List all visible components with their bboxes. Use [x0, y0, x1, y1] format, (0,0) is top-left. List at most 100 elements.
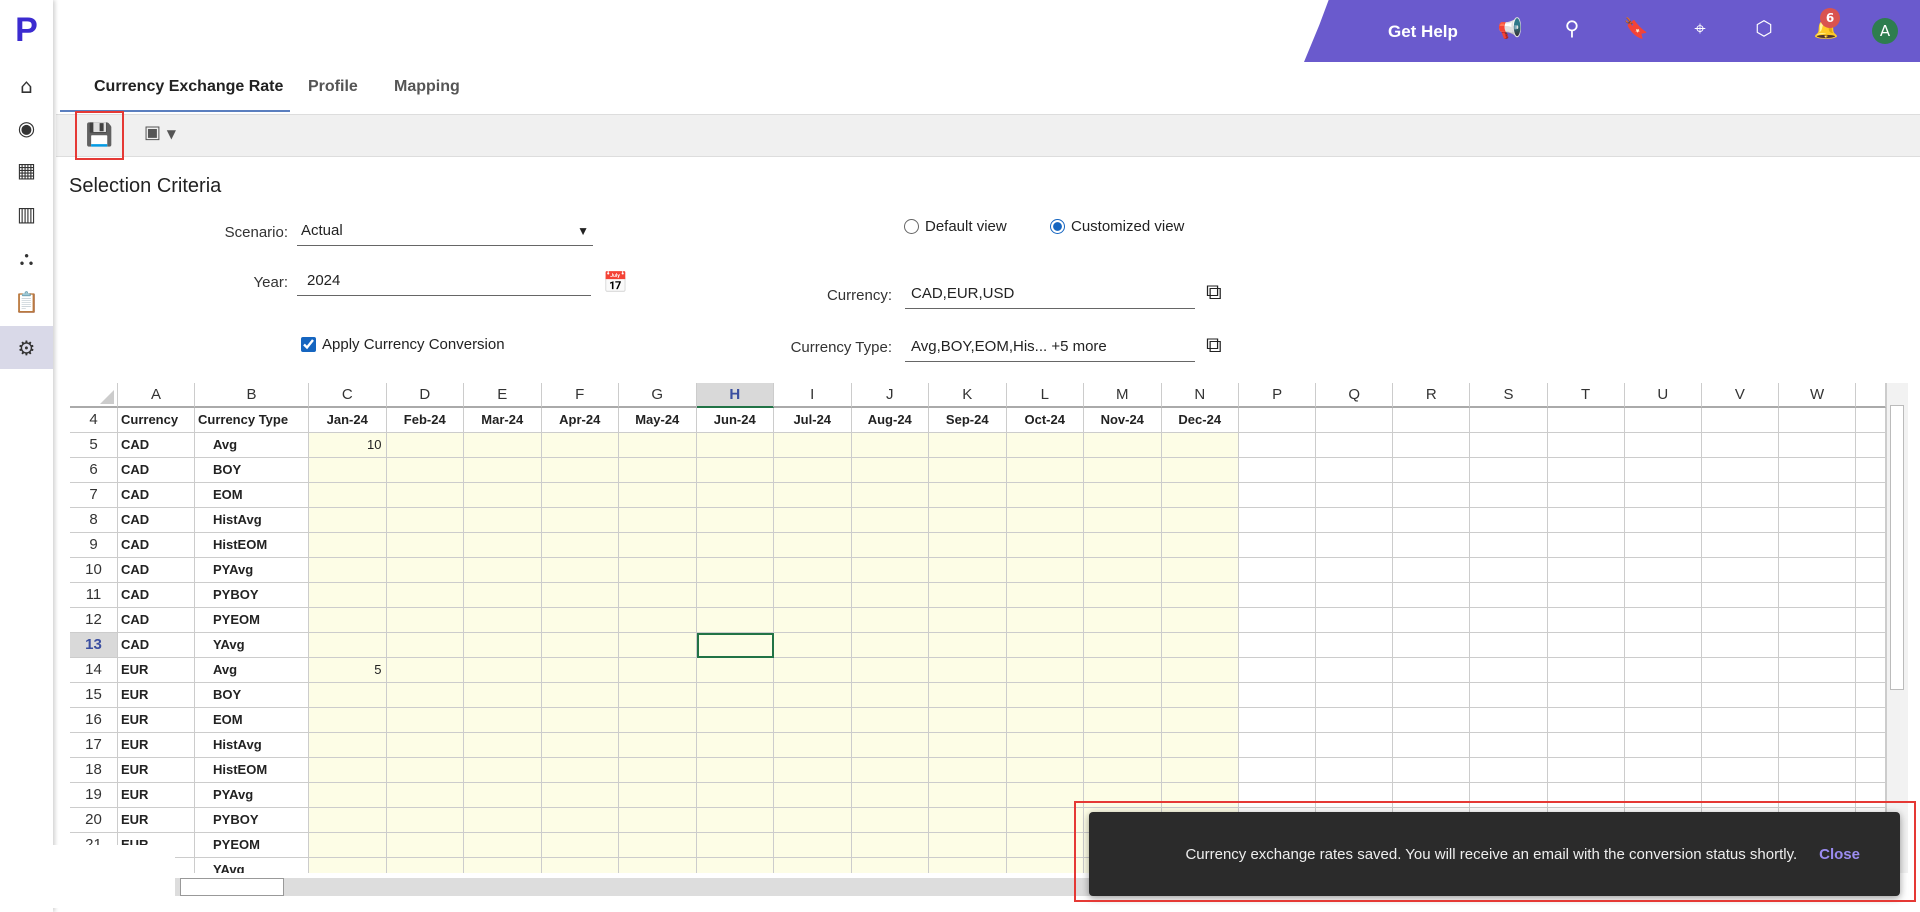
currency-type-cell[interactable]: YAvg	[195, 633, 309, 658]
currency-cell[interactable]: CAD	[118, 533, 195, 558]
rate-cell[interactable]	[1084, 708, 1162, 733]
cell[interactable]	[1393, 758, 1471, 783]
currency-cell[interactable]: CAD	[118, 558, 195, 583]
currency-cell[interactable]: EUR	[118, 683, 195, 708]
currency-type-cell[interactable]: PYAvg	[195, 558, 309, 583]
cell[interactable]	[1393, 683, 1471, 708]
rate-cell[interactable]	[851, 808, 929, 833]
currency-type-cell[interactable]: HistAvg	[195, 508, 309, 533]
cell[interactable]	[1470, 533, 1548, 558]
cell[interactable]	[1624, 483, 1702, 508]
rate-cell[interactable]	[929, 558, 1007, 583]
cell[interactable]	[1856, 683, 1886, 708]
column-header[interactable]: F	[541, 383, 619, 408]
rate-cell[interactable]	[1084, 558, 1162, 583]
row-header[interactable]: 9	[70, 533, 118, 558]
cell[interactable]	[1470, 408, 1548, 433]
apply-conversion-check[interactable]	[301, 337, 316, 352]
currency-type-input[interactable]: Avg,BOY,EOM,His... +5 more	[905, 336, 1195, 362]
cell[interactable]	[1779, 608, 1857, 633]
cell[interactable]	[1547, 633, 1625, 658]
rate-cell[interactable]	[619, 758, 697, 783]
rate-cell[interactable]	[929, 533, 1007, 558]
rate-cell[interactable]	[541, 533, 619, 558]
bookmark-icon[interactable]: 🔖	[1622, 16, 1650, 40]
rate-cell[interactable]	[541, 683, 619, 708]
cell[interactable]	[1393, 458, 1471, 483]
header-cell[interactable]: Sep-24	[929, 408, 1007, 433]
rate-cell[interactable]: 10	[309, 433, 387, 458]
row-header[interactable]: 20	[70, 808, 118, 833]
rate-cell[interactable]	[1006, 708, 1084, 733]
rate-cell[interactable]	[774, 583, 852, 608]
cell[interactable]	[1779, 558, 1857, 583]
cell[interactable]	[1624, 533, 1702, 558]
cell[interactable]	[1779, 408, 1857, 433]
currency-cell[interactable]: CAD	[118, 583, 195, 608]
rate-cell[interactable]	[1161, 658, 1239, 683]
cell[interactable]	[1470, 683, 1548, 708]
vertical-scroll-thumb[interactable]	[1890, 405, 1904, 690]
cell[interactable]	[1239, 633, 1317, 658]
rate-cell[interactable]	[1006, 533, 1084, 558]
rate-cell[interactable]	[929, 783, 1007, 808]
cell[interactable]	[1547, 533, 1625, 558]
select-all-corner[interactable]	[70, 383, 118, 408]
tab-mapping[interactable]: Mapping	[394, 78, 460, 96]
cell[interactable]	[1316, 783, 1394, 808]
rate-cell[interactable]	[1084, 658, 1162, 683]
rate-cell[interactable]	[386, 783, 464, 808]
cell[interactable]	[1470, 433, 1548, 458]
rate-cell[interactable]	[541, 808, 619, 833]
rate-cell[interactable]	[1161, 483, 1239, 508]
rate-cell[interactable]	[851, 758, 929, 783]
cell[interactable]	[1856, 758, 1886, 783]
rate-cell[interactable]	[464, 483, 542, 508]
cell[interactable]	[1701, 608, 1779, 633]
rate-cell[interactable]	[619, 833, 697, 858]
rate-cell[interactable]	[309, 533, 387, 558]
cell[interactable]	[1779, 658, 1857, 683]
rate-cell[interactable]	[309, 833, 387, 858]
rate-cell[interactable]	[929, 483, 1007, 508]
rate-cell[interactable]	[851, 583, 929, 608]
column-header[interactable]: L	[1006, 383, 1084, 408]
cell[interactable]	[1624, 633, 1702, 658]
currency-cell[interactable]: EUR	[118, 708, 195, 733]
rate-cell[interactable]	[541, 708, 619, 733]
rate-cell[interactable]	[619, 608, 697, 633]
rate-cell[interactable]	[696, 733, 774, 758]
avatar[interactable]: A	[1872, 18, 1898, 44]
rate-cell[interactable]	[309, 783, 387, 808]
rate-cell[interactable]	[309, 808, 387, 833]
header-cell[interactable]: Feb-24	[386, 408, 464, 433]
column-header[interactable]: K	[929, 383, 1007, 408]
rate-cell[interactable]	[929, 733, 1007, 758]
rate-cell[interactable]	[309, 458, 387, 483]
rate-cell[interactable]	[386, 433, 464, 458]
column-header[interactable]: A	[118, 383, 195, 408]
rate-cell[interactable]	[386, 858, 464, 873]
rate-cell[interactable]	[386, 558, 464, 583]
rate-cell[interactable]	[929, 458, 1007, 483]
cell[interactable]	[1547, 583, 1625, 608]
rate-cell[interactable]	[1084, 533, 1162, 558]
rate-cell[interactable]	[696, 808, 774, 833]
cell[interactable]	[1239, 533, 1317, 558]
rate-cell[interactable]	[464, 608, 542, 633]
rate-cell[interactable]	[696, 783, 774, 808]
rate-cell[interactable]	[309, 858, 387, 873]
rate-cell[interactable]	[851, 483, 929, 508]
cell[interactable]	[1856, 608, 1886, 633]
cell[interactable]	[1393, 583, 1471, 608]
cell[interactable]	[1316, 633, 1394, 658]
megaphone-icon[interactable]: 📢	[1496, 16, 1524, 40]
cell[interactable]	[1547, 608, 1625, 633]
rate-cell[interactable]	[851, 733, 929, 758]
rate-cell[interactable]	[309, 508, 387, 533]
cell[interactable]	[1701, 783, 1779, 808]
cell[interactable]	[1316, 708, 1394, 733]
currency-type-cell[interactable]: HistAvg	[195, 733, 309, 758]
rate-cell[interactable]	[541, 458, 619, 483]
column-header[interactable]: W	[1779, 383, 1857, 408]
